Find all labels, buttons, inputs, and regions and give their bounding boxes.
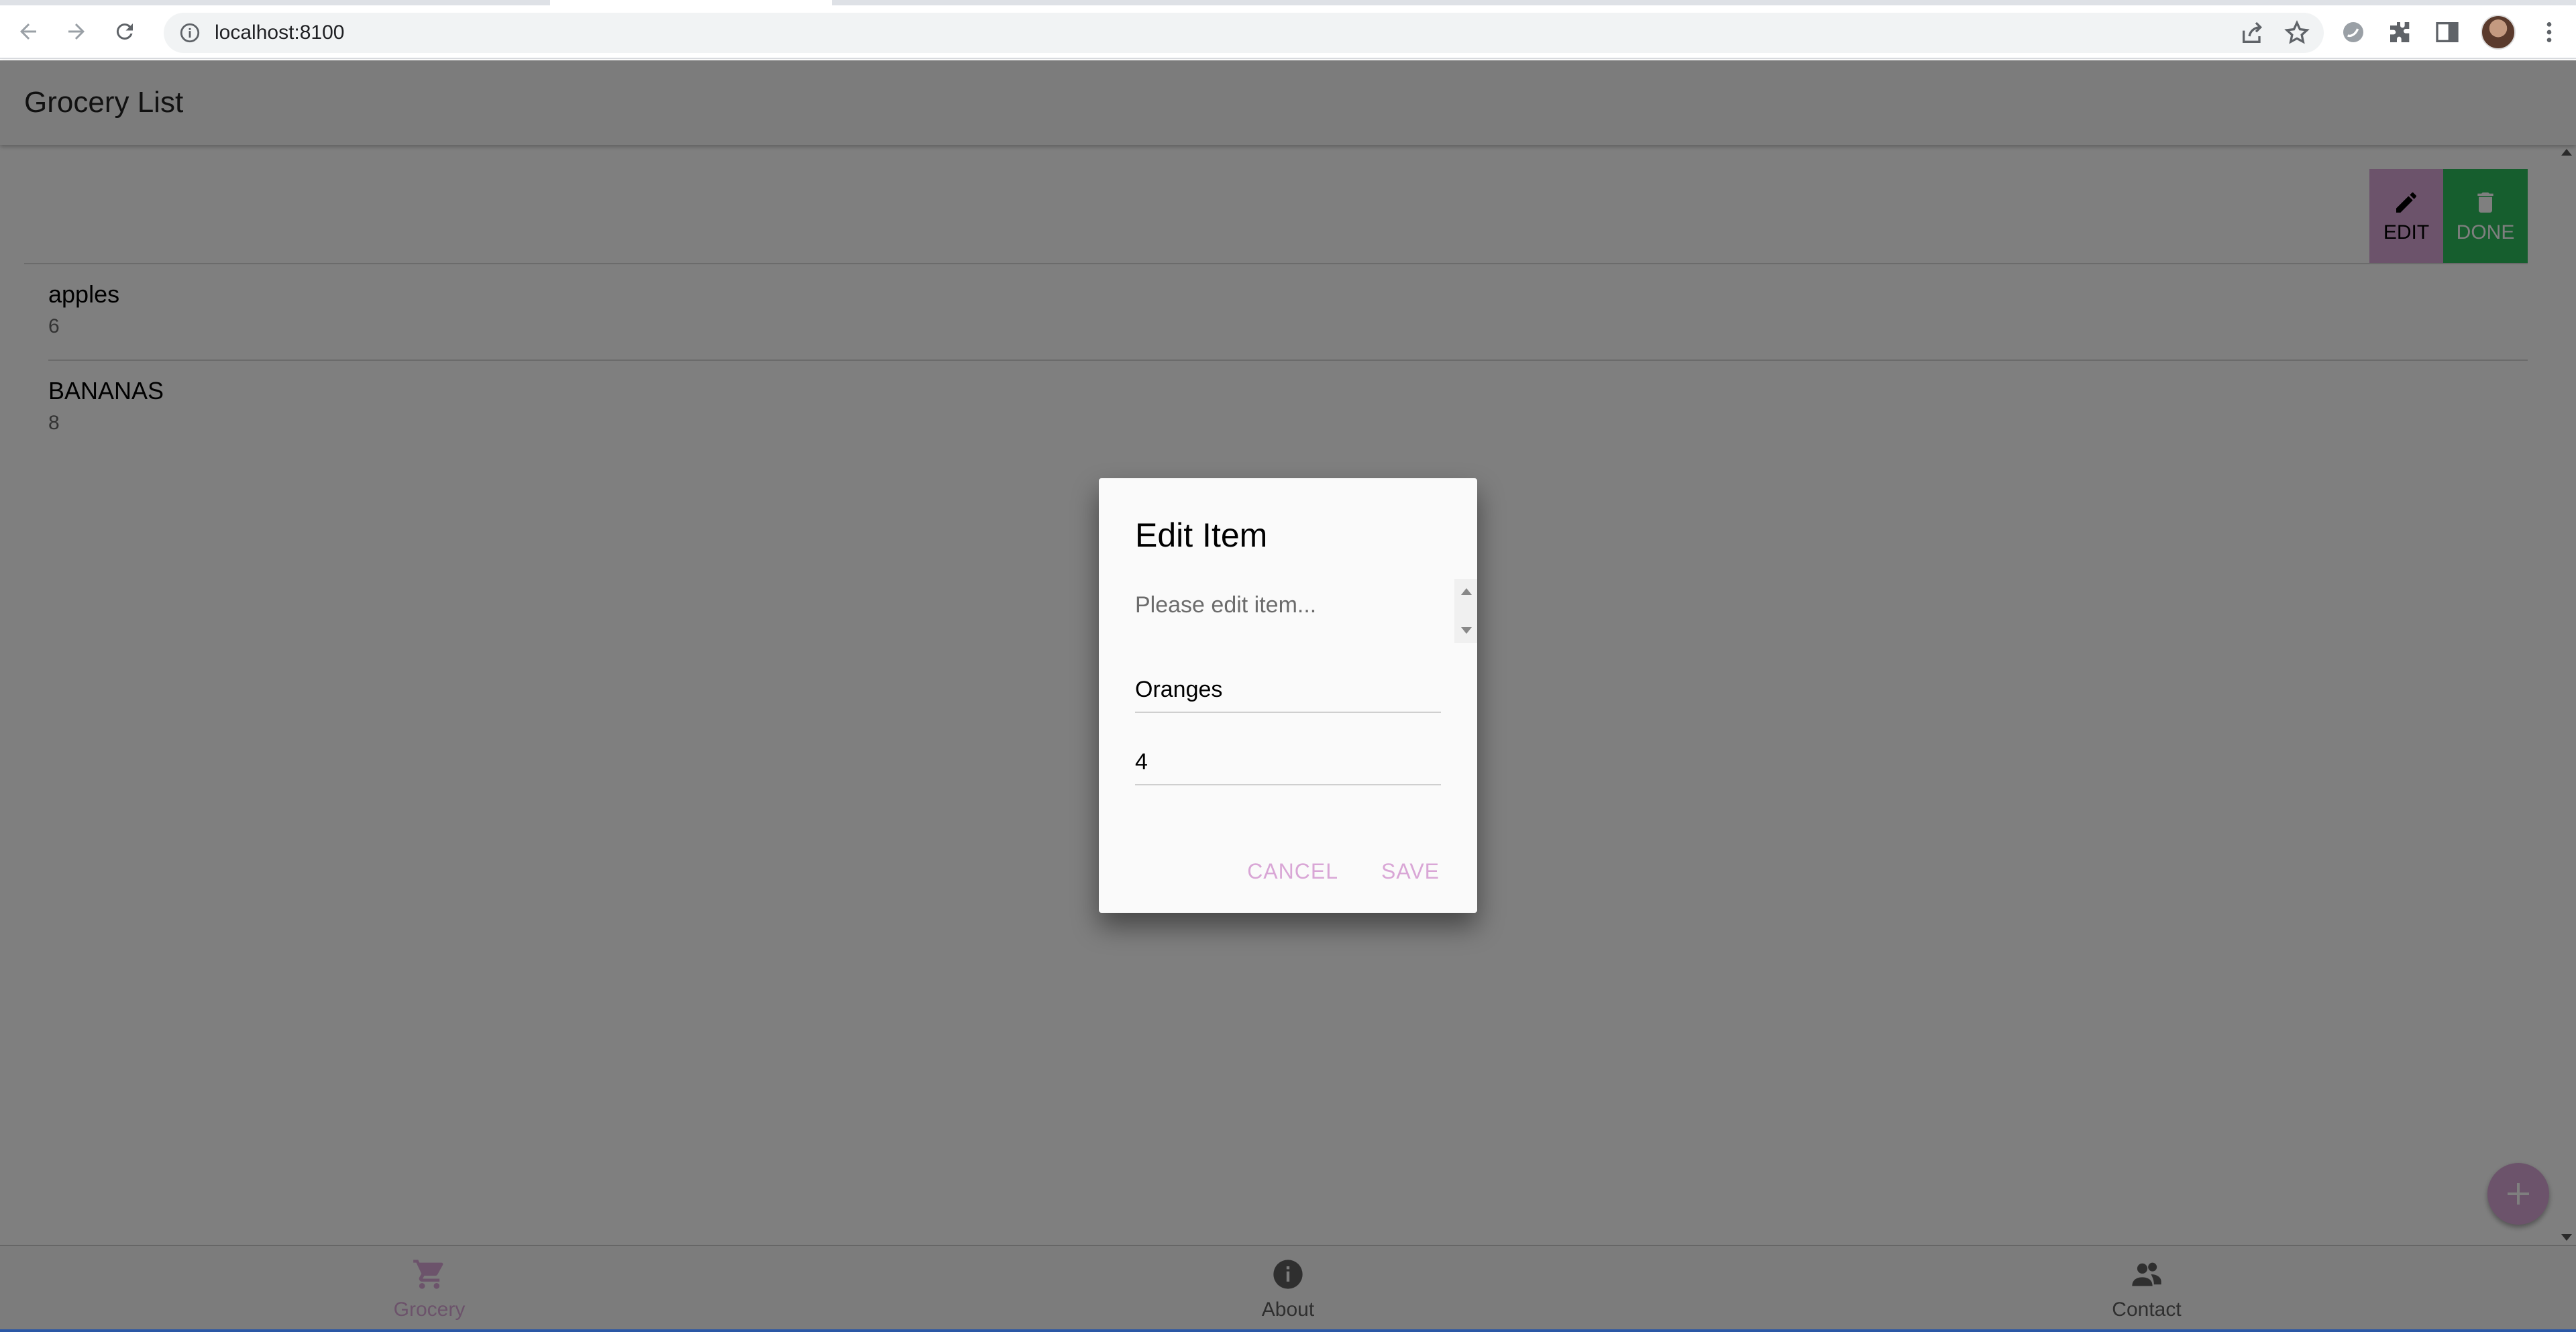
- star-icon[interactable]: [2284, 19, 2310, 46]
- reload-icon: [116, 23, 133, 40]
- extension-swirl-icon[interactable]: [2340, 19, 2367, 46]
- cancel-button[interactable]: CANCEL: [1247, 859, 1338, 884]
- item-name-input[interactable]: Oranges: [1135, 670, 1441, 713]
- item-quantity-input[interactable]: 4: [1135, 742, 1441, 785]
- url-text: localhost:8100: [215, 21, 345, 44]
- menu-kebab-icon[interactable]: [2536, 19, 2563, 46]
- sidepanel-icon[interactable]: [2434, 19, 2461, 46]
- scroll-down-arrow-icon[interactable]: [1461, 627, 1472, 634]
- back-icon: [20, 23, 36, 40]
- reload-button[interactable]: [105, 11, 145, 52]
- share-icon[interactable]: [2239, 19, 2266, 46]
- dialog-message-box: Please edit item...: [1135, 579, 1477, 643]
- forward-button[interactable]: [56, 11, 97, 52]
- active-browser-tab[interactable]: [550, 0, 832, 5]
- puzzle-icon[interactable]: [2387, 19, 2414, 46]
- edit-item-dialog: Edit Item Please edit item... Oranges 4 …: [1099, 478, 1477, 913]
- back-button[interactable]: [8, 11, 48, 52]
- browser-toolbar: localhost:8100: [0, 5, 2576, 59]
- dialog-message-scrollbar[interactable]: [1454, 579, 1477, 643]
- dialog-message: Please edit item...: [1135, 592, 1317, 618]
- info-icon[interactable]: [178, 21, 201, 44]
- profile-avatar[interactable]: [2481, 15, 2516, 50]
- forward-icon: [68, 23, 85, 40]
- tab-strip: [0, 0, 2576, 5]
- dialog-buttons: CANCEL SAVE: [1247, 859, 1440, 884]
- window-bottom-edge: [0, 1329, 2576, 1332]
- scroll-up-arrow-icon[interactable]: [1461, 588, 1472, 595]
- save-button[interactable]: SAVE: [1381, 859, 1440, 884]
- address-bar[interactable]: localhost:8100: [164, 13, 2324, 53]
- dialog-title: Edit Item: [1135, 516, 1268, 554]
